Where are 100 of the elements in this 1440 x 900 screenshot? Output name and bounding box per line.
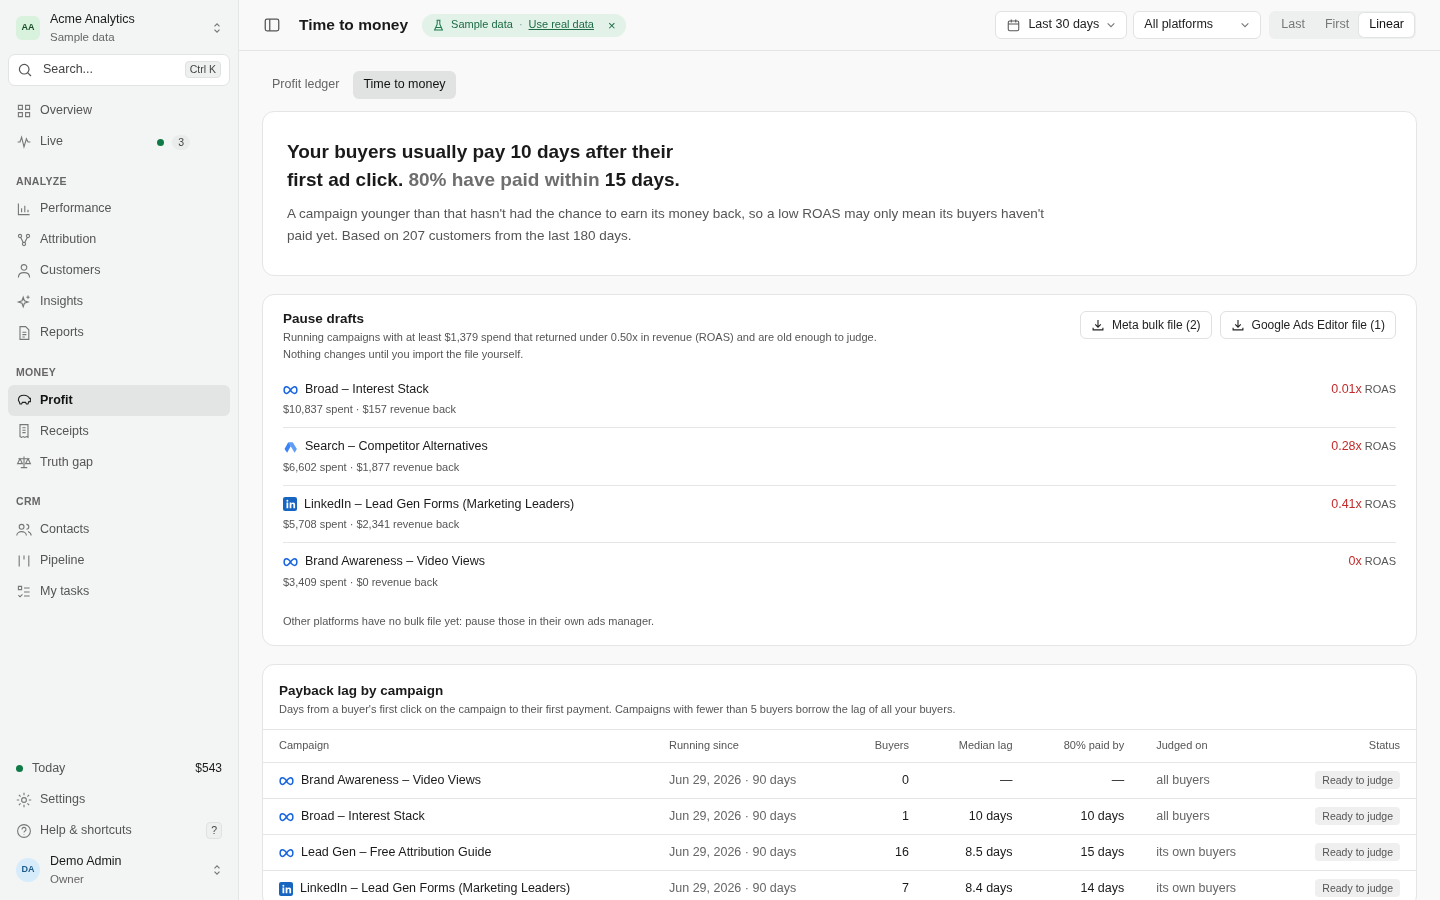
campaign-name: Search – Competitor Alternatives (305, 439, 488, 455)
download-button[interactable]: Meta bulk file (2) (1079, 311, 1212, 340)
document-icon (16, 325, 32, 342)
headline-part: Your buyers usually pay 10 days after their (287, 140, 674, 162)
table-cell: all buyers (1140, 798, 1276, 835)
table-cell: 1 (845, 798, 925, 835)
headline-part: 80% have paid within (408, 169, 600, 191)
use-real-data-link[interactable]: Use real data (528, 18, 594, 32)
sidebar-toggle-icon[interactable] (263, 16, 281, 34)
roas-unit: ROAS (1364, 497, 1396, 512)
search-bar[interactable]: Search... Ctrl K (8, 54, 230, 86)
workspace-subtitle: Sample data (50, 29, 116, 44)
table-cell: Lead Gen – Free Attribution Guide (301, 844, 492, 861)
nav-item[interactable]: Live 3 (8, 126, 230, 158)
banner-label: Sample data (451, 18, 513, 32)
tab[interactable]: Profit ledger (262, 71, 350, 99)
close-button[interactable]: × (600, 17, 616, 33)
infinity-logo-icon (279, 775, 294, 786)
infinity-logo-icon (283, 556, 298, 567)
model-toggle[interactable]: Linear (1359, 13, 1414, 37)
nav-item[interactable]: Performance (8, 193, 230, 225)
nav-item[interactable]: Help & shortcuts ? (8, 815, 230, 846)
grid-icon (16, 103, 32, 120)
tasks-icon (16, 583, 32, 600)
nav-item[interactable]: Customers (8, 255, 230, 287)
spend-detail: $6,602 spent · $1,877 revenue back (283, 460, 461, 475)
status-badge: Ready to judge (1315, 878, 1400, 897)
card-footnote: Other platforms have no bulk file yet: pause those in their own ads manager. (283, 615, 656, 630)
people-icon (16, 521, 32, 538)
infinity-logo-icon (283, 384, 298, 395)
nav-item[interactable]: Insights (8, 286, 230, 318)
page-title: Time to money (299, 15, 409, 35)
nav-item[interactable]: Overview (8, 95, 230, 127)
platform-select[interactable]: All platforms (1133, 11, 1262, 39)
shortcut-hint: ? (206, 821, 222, 840)
roas-unit: ROAS (1364, 382, 1396, 397)
flask-icon (432, 18, 446, 32)
status-badge: Ready to judge (1315, 842, 1400, 861)
table-cell: Broad – Interest Stack (301, 808, 425, 825)
scale-icon (16, 454, 32, 471)
headline-part: first ad click. (287, 169, 404, 191)
triangle-logo-icon (283, 439, 298, 455)
column-header: Running since (653, 729, 846, 763)
campaign-name: Brand Awareness – Video Views (305, 553, 485, 570)
table-cell: Jun 29, 2026 · 90 days (653, 762, 846, 799)
table-cell: LinkedIn – Lead Gen Forms (Marketing Leaders) (300, 880, 571, 897)
table-cell: its own buyers (1140, 870, 1276, 900)
nav-item[interactable]: Settings (8, 784, 230, 815)
in-logo-icon (283, 497, 297, 512)
download-button[interactable]: Google Ads Editor file (1) (1219, 311, 1396, 340)
card-title: Pause drafts (283, 311, 366, 329)
roas-value: 0x (1348, 553, 1362, 570)
column-header: Status (1275, 729, 1416, 763)
status-badge: Ready to judge (1315, 806, 1400, 825)
spend-detail: $3,409 spent · $0 revenue back (283, 575, 439, 590)
tab[interactable]: Time to money (353, 71, 456, 99)
table-cell: 0 (845, 762, 925, 799)
sparkle-icon (16, 294, 32, 311)
headline-part: 15 days. (604, 169, 680, 191)
nav-item[interactable]: Reports (8, 317, 230, 349)
roas-value: 0.01x (1331, 381, 1362, 398)
chevron-up-down-icon[interactable] (212, 21, 222, 35)
roas-value: 0.28x (1331, 439, 1362, 455)
chevron-up-down-icon[interactable] (212, 863, 222, 877)
section-heading: MONEY (15, 364, 57, 380)
search-icon (17, 61, 33, 78)
nav-item[interactable]: Profit (8, 384, 230, 416)
column-header: Judged on (1140, 729, 1276, 763)
nav-item[interactable]: Truth gap (8, 446, 230, 478)
table-cell: 10 days (925, 798, 1029, 835)
nav-item[interactable]: Attribution (8, 224, 230, 256)
table-cell: its own buyers (1140, 834, 1276, 871)
card-description: Days from a buyer's first click on the campaign to their first payment. Campaigns with fewer than 5 buyers borrow the lag of all your buyers. (279, 701, 957, 717)
search-field[interactable]: Search... (41, 61, 177, 79)
table-cell: 15 days (1028, 834, 1141, 871)
table-cell: — (1028, 762, 1141, 799)
count-badge: 3 (172, 134, 190, 150)
nav-item[interactable]: My tasks (8, 576, 230, 607)
calendar-icon (1006, 17, 1022, 33)
campaign-name: LinkedIn – Lead Gen Forms (Marketing Leaders) (304, 496, 575, 513)
column-header: 80% paid by (1028, 729, 1141, 763)
nav-item[interactable]: Contacts (8, 514, 230, 545)
model-toggle[interactable]: Last (1271, 13, 1315, 37)
user-role: Owner (50, 871, 85, 886)
status-dot (16, 765, 23, 772)
roas-unit: ROAS (1364, 554, 1396, 569)
download-icon (1090, 318, 1105, 333)
caret-icon (1106, 20, 1117, 30)
column-header: Buyers (845, 729, 925, 763)
pipeline-icon (16, 552, 32, 569)
table-cell: — (925, 762, 1029, 799)
table-cell: 8.5 days (925, 834, 1029, 871)
nav-item[interactable]: Pipeline (8, 545, 230, 576)
nav-item[interactable]: Receipts (8, 415, 230, 447)
user-name: Demo Admin (50, 854, 123, 870)
date-range-select[interactable]: Last 30 days (995, 11, 1128, 39)
status-badge: Ready to judge (1315, 770, 1400, 789)
model-toggle[interactable]: First (1314, 13, 1360, 37)
column-header: Median lag (925, 729, 1029, 763)
table-cell: 7 (845, 870, 925, 900)
